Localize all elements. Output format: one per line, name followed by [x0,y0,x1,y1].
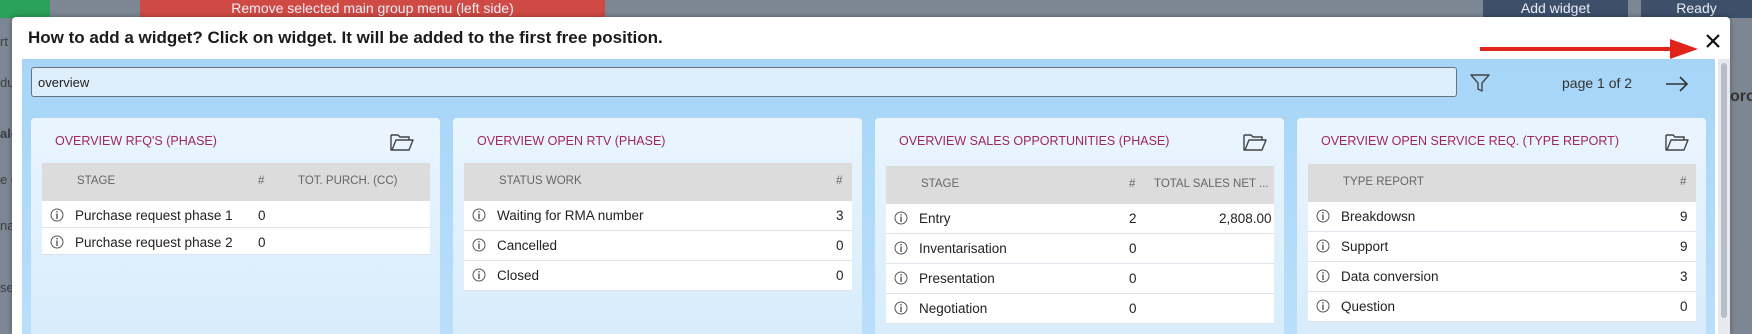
column-header: STATUS WORK [499,175,582,187]
row-label: Cancelled [497,238,558,253]
row-count: 0 [836,238,844,253]
background-green-button [0,0,50,18]
table-row: Inventarisation 0 [886,234,1274,264]
column-header: # [1129,178,1136,190]
row-label: Closed [497,268,540,283]
folder-icon [390,134,414,151]
table-row: Data conversion 3 [1308,262,1696,292]
row-label: Inventarisation [919,241,1007,256]
info-icon [894,211,908,225]
column-header: # [258,175,265,187]
info-icon [1316,239,1330,253]
row-label: Presentation [919,271,995,286]
folder-icon [1665,134,1689,151]
row-count: 3 [1680,269,1688,284]
table-header: STAGE # TOT. PURCH. (CC) [42,163,430,201]
row-label: Purchase request phase 2 [75,235,233,250]
info-icon [894,301,908,315]
folder-icon [1243,134,1267,151]
widget-title: OVERVIEW SALES OPPORTUNITIES (PHASE) [899,134,1170,148]
info-icon [472,208,486,222]
row-label: Negotiation [919,301,988,316]
info-icon [894,271,908,285]
widget-title: OVERVIEW RFQ'S (PHASE) [55,134,217,148]
vertical-scrollbar[interactable] [1718,59,1730,334]
column-header: TOT. PURCH. (CC) [298,175,398,187]
table-row: Entry 2 2,808.00 [886,204,1274,234]
column-header: TYPE REPORT [1343,176,1424,188]
table-row: Closed 0 [464,261,852,291]
annotation-arrow [1480,39,1698,59]
row-count: 0 [258,208,266,223]
search-input[interactable] [31,67,1457,97]
row-label: Waiting for RMA number [497,208,644,223]
info-icon [1316,209,1330,223]
row-label: Entry [919,211,951,226]
add-widget-dialog: How to add a widget? Click on widget. It… [12,17,1730,334]
widget-table: TYPE REPORT # Breakdowsn 9 Support 9 Dat… [1308,164,1696,322]
table-header: TYPE REPORT # [1308,164,1696,202]
column-header: # [1680,176,1687,188]
widget-title: OVERVIEW OPEN SERVICE REQ. (TYPE REPORT) [1321,134,1619,148]
widget-card[interactable]: OVERVIEW RFQ'S (PHASE) STAGE # TOT. PURC… [31,118,440,334]
table-row: Breakdowsn 9 [1308,202,1696,232]
widget-title: OVERVIEW OPEN RTV (PHASE) [477,134,666,148]
row-count: 9 [1680,239,1688,254]
column-header: STAGE [921,178,960,190]
row-count: 9 [1680,209,1688,224]
widget-card[interactable]: OVERVIEW OPEN RTV (PHASE) STATUS WORK # … [453,118,862,334]
info-icon [472,268,486,282]
page-indicator: page 1 of 2 [1562,75,1633,91]
row-count: 2 [1129,211,1137,226]
table-row: Question 0 [1308,292,1696,322]
add-widget-button: Add widget [1483,0,1628,18]
widget-picker-panel: page 1 of 2 OVERVIEW RFQ'S (PHASE) STAGE… [22,59,1715,334]
widget-table: STATUS WORK # Waiting for RMA number 3 C… [464,163,852,291]
table-row: Waiting for RMA number 3 [464,201,852,231]
table-row: Purchase request phase 1 0 [42,201,430,228]
widget-table: STAGE # TOT. PURCH. (CC) Purchase reques… [42,163,430,255]
info-icon [50,208,64,222]
info-icon [50,235,64,249]
info-icon [472,238,486,252]
row-count: 0 [1129,241,1137,256]
table-header: STAGE # TOTAL SALES NET ... [886,166,1274,204]
row-count: 0 [1129,301,1137,316]
table-row: Cancelled 0 [464,231,852,261]
row-count: 3 [836,208,844,223]
row-label: Data conversion [1341,269,1439,284]
row-label: Support [1341,239,1389,254]
widget-table: STAGE # TOTAL SALES NET ... Entry 2 2,80… [886,166,1274,324]
table-row: Purchase request phase 2 0 [42,228,430,255]
row-label: Breakdowsn [1341,209,1416,224]
info-icon [894,241,908,255]
table-row: Negotiation 0 [886,294,1274,324]
info-icon [1316,269,1330,283]
row-label: Purchase request phase 1 [75,208,233,223]
scrollbar-thumb[interactable] [1721,63,1727,318]
row-count: 0 [836,268,844,283]
row-count: 0 [1680,299,1688,314]
column-header: TOTAL SALES NET ... [1154,178,1269,190]
row-value: 2,808.00 [1219,211,1272,226]
table-row: Presentation 0 [886,264,1274,294]
close-button[interactable] [1700,28,1726,54]
remove-group-menu-button: Remove selected main group menu (left si… [140,0,605,18]
widget-card[interactable]: OVERVIEW SALES OPPORTUNITIES (PHASE) STA… [875,118,1284,334]
arrow-right-icon[interactable] [1664,73,1690,95]
info-icon [1316,299,1330,313]
ready-button: Ready [1641,0,1752,18]
row-count: 0 [258,235,266,250]
widget-card[interactable]: OVERVIEW OPEN SERVICE REQ. (TYPE REPORT)… [1297,118,1706,334]
column-header: # [836,175,843,187]
row-count: 0 [1129,271,1137,286]
table-header: STATUS WORK # [464,163,852,201]
row-label: Question [1341,299,1396,314]
table-row: Support 9 [1308,232,1696,262]
filter-icon[interactable] [1469,72,1491,94]
column-header: STAGE [77,175,116,187]
right-fragment: oro [1730,88,1752,105]
dialog-title: How to add a widget? Click on widget. It… [28,28,663,47]
close-icon [1706,34,1720,48]
